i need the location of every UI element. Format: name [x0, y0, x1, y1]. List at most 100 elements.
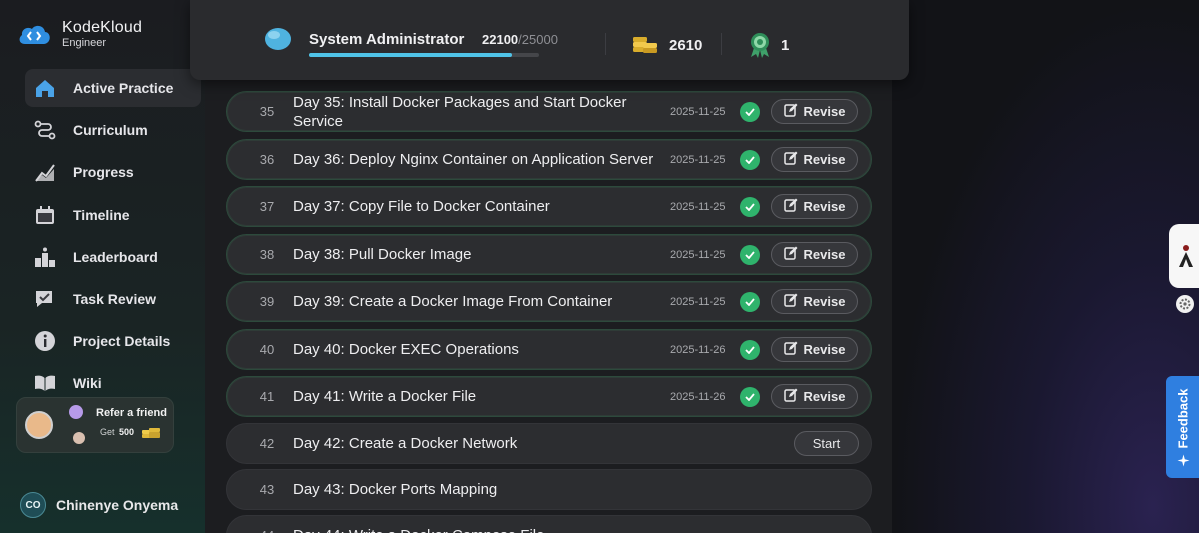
task-title[interactable]: Day 44: Write a Docker Compose File	[293, 526, 663, 533]
task-number: 37	[259, 199, 275, 214]
button-label: Revise	[803, 294, 846, 309]
task-title[interactable]: Day 35: Install Docker Packages and Star…	[293, 93, 663, 131]
sidebar-item-curriculum[interactable]: Curriculum	[25, 111, 201, 149]
sparkle-icon	[1177, 453, 1190, 466]
assistant-figure-icon	[1179, 245, 1193, 267]
sidebar-item-label: Progress	[73, 164, 134, 181]
sidebar-item-label: Project Details	[73, 333, 171, 350]
task-number: 44	[249, 528, 285, 533]
feedback-button[interactable]: Feedback	[1166, 376, 1199, 478]
brand-subtitle: Engineer	[62, 37, 107, 49]
task-row[interactable]: 35 Day 35: Install Docker Packages and St…	[226, 91, 872, 132]
start-button[interactable]: Start	[794, 431, 859, 456]
coins-icon	[633, 37, 657, 53]
refer-get-label: Get	[100, 427, 115, 437]
task-completed-date: 2025-11-25	[670, 248, 726, 261]
button-label: Revise	[803, 342, 846, 357]
revise-button[interactable]: Revise	[771, 384, 858, 409]
edit-icon	[783, 388, 798, 405]
revise-button[interactable]: Revise	[771, 194, 858, 219]
assistant-widget[interactable]	[1169, 224, 1199, 288]
task-number: 38	[259, 247, 275, 262]
edit-icon	[783, 341, 798, 358]
sidebar: KodeKloud Engineer Active Practice Curri…	[0, 0, 205, 533]
revise-button[interactable]: Revise	[771, 337, 858, 362]
check-icon	[740, 196, 760, 217]
task-title[interactable]: Day 39: Create a Docker Image From Conta…	[293, 292, 663, 311]
book-icon	[33, 372, 57, 394]
sidebar-item-label: Timeline	[73, 206, 130, 223]
info-icon	[33, 330, 57, 352]
task-completed-date: 2025-11-25	[670, 105, 726, 118]
revise-button[interactable]: Revise	[771, 289, 858, 314]
task-row[interactable]: 36 Day 36: Deploy Nginx Container on Appl…	[226, 139, 872, 180]
kodekloud-logo-icon	[19, 25, 50, 44]
logo[interactable]: KodeKloud Engineer	[16, 20, 142, 49]
home-icon	[33, 77, 57, 99]
task-row[interactable]: 38 Day 38: Pull Docker Image 2025-11-25 Rev…	[226, 234, 872, 275]
brand-name: KodeKloud	[62, 19, 143, 36]
sidebar-item-project-details[interactable]: Project Details	[25, 322, 201, 360]
edit-icon	[783, 103, 798, 120]
badges-value: 1	[781, 37, 790, 54]
sidebar-item-label: Leaderboard	[73, 248, 158, 265]
task-row[interactable]: 37 Day 37: Copy File to Docker Container 2…	[226, 186, 872, 227]
award-badge-icon	[751, 33, 769, 58]
check-icon	[740, 149, 760, 170]
check-icon	[740, 386, 760, 407]
refer-amount: 500	[119, 427, 135, 437]
xp-progress-bar	[309, 53, 539, 57]
task-title[interactable]: Day 37: Copy File to Docker Container	[293, 197, 663, 216]
task-row[interactable]: 43 Day 43: Docker Ports Mapping	[226, 469, 872, 510]
task-completed-date: 2025-11-25	[670, 153, 726, 166]
route-icon	[33, 119, 57, 141]
sidebar-item-timeline[interactable]: Timeline	[25, 196, 201, 234]
sidebar-item-label: Active Practice	[73, 80, 174, 96]
task-title[interactable]: Day 43: Docker Ports Mapping	[293, 480, 663, 499]
background-right	[892, 0, 1199, 533]
task-title[interactable]: Day 36: Deploy Nginx Container on Applic…	[293, 150, 663, 169]
calendar-icon	[33, 204, 57, 226]
referral-avatar-small	[69, 405, 83, 419]
task-title[interactable]: Day 42: Create a Docker Network	[293, 434, 663, 453]
stats-bar: System Administrator 22100/25000 2610 1	[190, 0, 909, 80]
task-row[interactable]: 41 Day 41: Write a Docker File 2025-11-26 R…	[226, 376, 872, 417]
coins-icon	[142, 428, 160, 438]
button-label: Revise	[803, 104, 846, 119]
sidebar-item-progress[interactable]: Progress	[25, 153, 201, 191]
sidebar-item-leaderboard[interactable]: Leaderboard	[25, 238, 201, 276]
sidebar-item-label: Wiki	[73, 375, 102, 392]
edit-icon	[783, 151, 798, 168]
task-title[interactable]: Day 38: Pull Docker Image	[293, 245, 663, 264]
xp-counter: 22100/25000	[482, 32, 558, 47]
edit-icon	[783, 293, 798, 310]
role-title: System Administrator	[309, 31, 465, 48]
settings-gear-icon[interactable]	[1176, 295, 1194, 313]
xp-progress-fill	[309, 53, 513, 57]
refer-a-friend-card[interactable]: Refer a friend Get 500	[16, 397, 174, 453]
revise-button[interactable]: Revise	[771, 242, 858, 267]
task-title[interactable]: Day 40: Docker EXEC Operations	[293, 340, 663, 359]
divider	[605, 33, 606, 55]
revise-button[interactable]: Revise	[771, 147, 858, 172]
task-row[interactable]: 40 Day 40: Docker EXEC Operations 2025-11-…	[226, 329, 872, 370]
button-label: Start	[812, 436, 841, 451]
task-row[interactable]: 44 Day 44: Write a Docker Compose File	[226, 515, 872, 533]
sidebar-nav: Active Practice Curriculum Progress Time…	[25, 69, 201, 407]
xp-max: /25000	[518, 32, 558, 47]
user-profile[interactable]: CO Chinenye Onyema	[20, 492, 178, 518]
task-row[interactable]: 39 Day 39: Create a Docker Image From Con…	[226, 281, 872, 322]
sidebar-item-task-review[interactable]: Task Review	[25, 280, 201, 318]
divider	[721, 33, 722, 55]
task-title[interactable]: Day 41: Write a Docker File	[293, 387, 663, 406]
sidebar-item-label: Task Review	[73, 290, 157, 307]
task-row[interactable]: 42 Day 42: Create a Docker Network Start	[226, 423, 872, 464]
sidebar-item-active-practice[interactable]: Active Practice	[25, 69, 201, 107]
user-name: Chinenye Onyema	[56, 497, 179, 513]
revise-button[interactable]: Revise	[771, 99, 858, 124]
chart-icon	[33, 161, 57, 183]
task-number: 41	[259, 389, 275, 404]
task-number: 35	[259, 104, 275, 119]
coins-value: 2610	[669, 37, 703, 54]
task-completed-date: 2025-11-25	[670, 295, 726, 308]
